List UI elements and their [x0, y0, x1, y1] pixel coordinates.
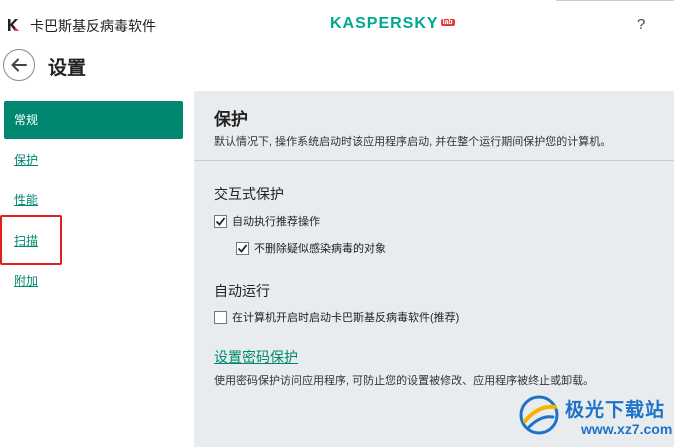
no-delete-checkbox[interactable]	[236, 241, 249, 255]
interactive-protection-title: 交互式保护	[214, 186, 284, 202]
help-button[interactable]: ?	[637, 16, 645, 33]
watermark-name: 极光下载站	[565, 400, 666, 421]
checkmark-icon	[237, 243, 248, 253]
sidebar-item-additional[interactable]: 附加	[4, 262, 183, 300]
watermark: 极光下载站 www.xz7.com	[515, 387, 674, 447]
section-description: 默认情况下, 操作系统启动时该应用程序启动, 并在整个运行期间保护您的计算机。	[214, 136, 612, 148]
auto-action-label: 自动执行推荐操作	[232, 216, 320, 228]
startup-option[interactable]: 在计算机开启时启动卡巴斯基反病毒软件(推荐)	[214, 309, 459, 325]
page-title: 设置	[48, 58, 87, 79]
logo-badge: lab	[440, 19, 455, 26]
autorun-title: 自动运行	[214, 283, 270, 299]
startup-checkbox[interactable]	[214, 310, 227, 324]
watermark-url: www.xz7.com	[581, 421, 673, 437]
back-button[interactable]	[3, 49, 35, 81]
sidebar-item-general[interactable]: 常规	[4, 101, 183, 139]
section-title: 保护	[214, 110, 248, 129]
password-protection-description: 使用密码保护访问应用程序, 可防止您的设置被修改、应用程序被终止或卸载。	[214, 375, 595, 387]
app-title: 卡巴斯基反病毒软件	[30, 18, 156, 34]
no-delete-option[interactable]: 不删除疑似感染病毒的对象	[236, 240, 386, 256]
sidebar-item-protection[interactable]: 保护	[4, 141, 183, 179]
startup-label: 在计算机开启时启动卡巴斯基反病毒软件(推荐)	[232, 312, 460, 324]
auto-action-option[interactable]: 自动执行推荐操作	[214, 213, 320, 229]
checkmark-icon	[215, 216, 226, 226]
section-header: 保护 默认情况下, 操作系统启动时该应用程序启动, 并在整个运行期间保护您的计算…	[194, 91, 674, 161]
logo-text: KASPERSKY	[330, 15, 439, 32]
auto-action-checkbox[interactable]	[214, 214, 227, 228]
sidebar: 常规 保护 性能 扫描 附加	[0, 91, 194, 447]
sidebar-item-performance[interactable]: 性能	[4, 181, 183, 219]
title-bar: 卡巴斯基反病毒软件 KASPERSKY lab ?	[0, 0, 674, 36]
no-delete-label: 不删除疑似感染病毒的对象	[254, 243, 386, 255]
kaspersky-k-icon	[6, 18, 20, 32]
kaspersky-logo: KASPERSKY lab	[330, 15, 455, 33]
arrow-left-icon	[11, 58, 27, 72]
watermark-logo-icon	[519, 395, 559, 435]
top-divider	[556, 0, 674, 1]
sidebar-item-scan[interactable]: 扫描	[4, 222, 183, 260]
password-protection-link[interactable]: 设置密码保护	[214, 347, 298, 367]
